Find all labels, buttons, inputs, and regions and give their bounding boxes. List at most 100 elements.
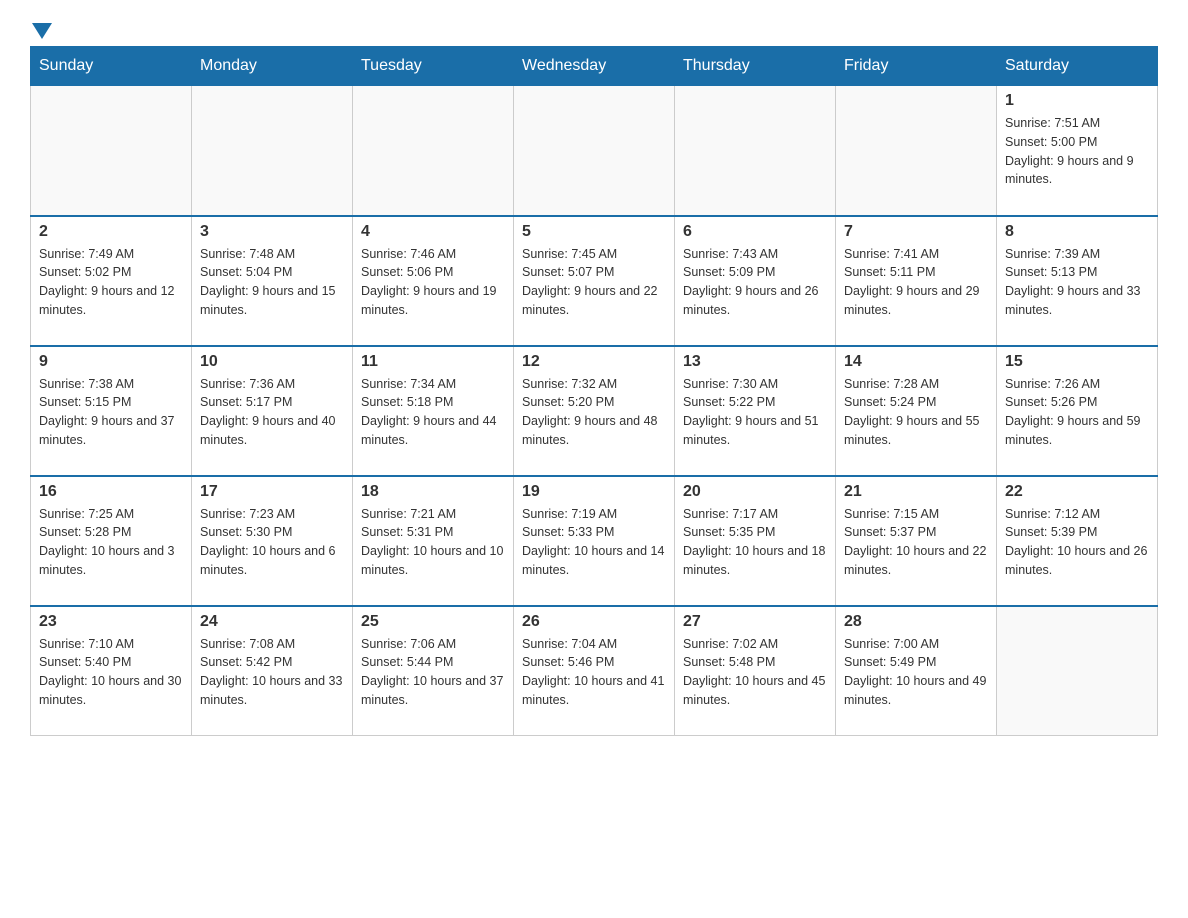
day-info: Sunrise: 7:38 AMSunset: 5:15 PMDaylight:…: [39, 375, 183, 450]
weekday-header-wednesday: Wednesday: [514, 47, 675, 86]
calendar-day-cell: 27 Sunrise: 7:02 AMSunset: 5:48 PMDayligh…: [675, 606, 836, 736]
day-info: Sunrise: 7:34 AMSunset: 5:18 PMDaylight:…: [361, 375, 505, 450]
day-number: 25: [361, 613, 505, 631]
calendar-day-cell: 28 Sunrise: 7:00 AMSunset: 5:49 PMDayligh…: [836, 606, 997, 736]
day-number: 12: [522, 353, 666, 371]
weekday-header-row: SundayMondayTuesdayWednesdayThursdayFrid…: [31, 47, 1158, 86]
day-info: Sunrise: 7:49 AMSunset: 5:02 PMDaylight:…: [39, 245, 183, 320]
calendar-day-cell: 21Sunrise: 7:15 AMSunset: 5:37 PMDayligh…: [836, 476, 997, 606]
day-number: 8: [1005, 223, 1149, 241]
day-number: 6: [683, 223, 827, 241]
calendar-week-row: 1Sunrise: 7:51 AMSunset: 5:00 PMDaylight…: [31, 86, 1158, 216]
day-info: Sunrise: 7:19 AMSunset: 5:33 PMDaylight:…: [522, 505, 666, 580]
day-info: Sunrise: 7:32 AMSunset: 5:20 PMDaylight:…: [522, 375, 666, 450]
calendar-week-row: 2 Sunrise: 7:49 AMSunset: 5:02 PMDaylight…: [31, 216, 1158, 346]
weekday-header-monday: Monday: [192, 47, 353, 86]
calendar-day-cell: 11 Sunrise: 7:34 AMSunset: 5:18 PMDayligh…: [353, 346, 514, 476]
day-number: 24: [200, 613, 344, 631]
calendar-day-cell: [675, 86, 836, 216]
calendar-day-cell: 4 Sunrise: 7:46 AMSunset: 5:06 PMDaylight…: [353, 216, 514, 346]
day-number: 3: [200, 223, 344, 241]
calendar-day-cell: 18 Sunrise: 7:21 AMSunset: 5:31 PMDayligh…: [353, 476, 514, 606]
day-number: 21: [844, 483, 988, 501]
calendar-day-cell: 25 Sunrise: 7:06 AMSunset: 5:44 PMDayligh…: [353, 606, 514, 736]
day-number: 17: [200, 483, 344, 501]
calendar-day-cell: 3 Sunrise: 7:48 AMSunset: 5:04 PMDaylight…: [192, 216, 353, 346]
calendar-day-cell: [514, 86, 675, 216]
day-number: 27: [683, 613, 827, 631]
calendar-day-cell: 9 Sunrise: 7:38 AMSunset: 5:15 PMDaylight…: [31, 346, 192, 476]
day-info: Sunrise: 7:48 AMSunset: 5:04 PMDaylight:…: [200, 245, 344, 320]
day-info: Sunrise: 7:02 AMSunset: 5:48 PMDaylight:…: [683, 635, 827, 710]
calendar-day-cell: 15 Sunrise: 7:26 AMSunset: 5:26 PMDayligh…: [997, 346, 1158, 476]
day-info: Sunrise: 7:45 AMSunset: 5:07 PMDaylight:…: [522, 245, 666, 320]
calendar-week-row: 23 Sunrise: 7:10 AMSunset: 5:40 PMDayligh…: [31, 606, 1158, 736]
calendar-day-cell: 20Sunrise: 7:17 AMSunset: 5:35 PMDayligh…: [675, 476, 836, 606]
day-number: 16: [39, 483, 183, 501]
day-number: 14: [844, 353, 988, 371]
day-info: Sunrise: 7:08 AMSunset: 5:42 PMDaylight:…: [200, 635, 344, 710]
day-number: 11: [361, 353, 505, 371]
day-info: Sunrise: 7:41 AMSunset: 5:11 PMDaylight:…: [844, 245, 988, 320]
day-info: Sunrise: 7:43 AMSunset: 5:09 PMDaylight:…: [683, 245, 827, 320]
page-header: [30, 20, 1158, 36]
day-number: 9: [39, 353, 183, 371]
day-number: 7: [844, 223, 988, 241]
day-info: Sunrise: 7:30 AMSunset: 5:22 PMDaylight:…: [683, 375, 827, 450]
calendar-day-cell: [192, 86, 353, 216]
day-number: 15: [1005, 353, 1149, 371]
day-info: Sunrise: 7:46 AMSunset: 5:06 PMDaylight:…: [361, 245, 505, 320]
day-number: 18: [361, 483, 505, 501]
calendar-day-cell: 5 Sunrise: 7:45 AMSunset: 5:07 PMDaylight…: [514, 216, 675, 346]
day-info: Sunrise: 7:00 AMSunset: 5:49 PMDaylight:…: [844, 635, 988, 710]
calendar-day-cell: 6 Sunrise: 7:43 AMSunset: 5:09 PMDaylight…: [675, 216, 836, 346]
day-info: Sunrise: 7:21 AMSunset: 5:31 PMDaylight:…: [361, 505, 505, 580]
day-info: Sunrise: 7:17 AMSunset: 5:35 PMDaylight:…: [683, 505, 827, 580]
day-number: 5: [522, 223, 666, 241]
logo-arrow-icon: [32, 23, 52, 39]
day-number: 22: [1005, 483, 1149, 501]
day-number: 1: [1005, 92, 1149, 110]
day-number: 4: [361, 223, 505, 241]
calendar-day-cell: 26Sunrise: 7:04 AMSunset: 5:46 PMDayligh…: [514, 606, 675, 736]
day-info: Sunrise: 7:06 AMSunset: 5:44 PMDaylight:…: [361, 635, 505, 710]
calendar-day-cell: 8 Sunrise: 7:39 AMSunset: 5:13 PMDaylight…: [997, 216, 1158, 346]
day-info: Sunrise: 7:28 AMSunset: 5:24 PMDaylight:…: [844, 375, 988, 450]
calendar-day-cell: [353, 86, 514, 216]
calendar-day-cell: 14 Sunrise: 7:28 AMSunset: 5:24 PMDayligh…: [836, 346, 997, 476]
calendar-day-cell: [836, 86, 997, 216]
day-info: Sunrise: 7:25 AMSunset: 5:28 PMDaylight:…: [39, 505, 183, 580]
day-number: 26: [522, 613, 666, 631]
calendar-week-row: 16 Sunrise: 7:25 AMSunset: 5:28 PMDayligh…: [31, 476, 1158, 606]
day-info: Sunrise: 7:10 AMSunset: 5:40 PMDaylight:…: [39, 635, 183, 710]
day-info: Sunrise: 7:23 AMSunset: 5:30 PMDaylight:…: [200, 505, 344, 580]
calendar-day-cell: 17 Sunrise: 7:23 AMSunset: 5:30 PMDayligh…: [192, 476, 353, 606]
day-info: Sunrise: 7:36 AMSunset: 5:17 PMDaylight:…: [200, 375, 344, 450]
day-number: 13: [683, 353, 827, 371]
day-number: 19: [522, 483, 666, 501]
calendar-day-cell: 22Sunrise: 7:12 AMSunset: 5:39 PMDayligh…: [997, 476, 1158, 606]
day-info: Sunrise: 7:26 AMSunset: 5:26 PMDaylight:…: [1005, 375, 1149, 450]
day-number: 2: [39, 223, 183, 241]
day-number: 10: [200, 353, 344, 371]
calendar-day-cell: [997, 606, 1158, 736]
calendar-table: SundayMondayTuesdayWednesdayThursdayFrid…: [30, 46, 1158, 736]
weekday-header-saturday: Saturday: [997, 47, 1158, 86]
calendar-day-cell: 24 Sunrise: 7:08 AMSunset: 5:42 PMDayligh…: [192, 606, 353, 736]
day-info: Sunrise: 7:39 AMSunset: 5:13 PMDaylight:…: [1005, 245, 1149, 320]
calendar-day-cell: 12 Sunrise: 7:32 AMSunset: 5:20 PMDayligh…: [514, 346, 675, 476]
day-number: 28: [844, 613, 988, 631]
calendar-day-cell: 13 Sunrise: 7:30 AMSunset: 5:22 PMDayligh…: [675, 346, 836, 476]
calendar-day-cell: 7 Sunrise: 7:41 AMSunset: 5:11 PMDaylight…: [836, 216, 997, 346]
calendar-day-cell: 2 Sunrise: 7:49 AMSunset: 5:02 PMDaylight…: [31, 216, 192, 346]
calendar-day-cell: 1Sunrise: 7:51 AMSunset: 5:00 PMDaylight…: [997, 86, 1158, 216]
weekday-header-thursday: Thursday: [675, 47, 836, 86]
weekday-header-friday: Friday: [836, 47, 997, 86]
weekday-header-tuesday: Tuesday: [353, 47, 514, 86]
calendar-day-cell: 10 Sunrise: 7:36 AMSunset: 5:17 PMDayligh…: [192, 346, 353, 476]
calendar-day-cell: 19 Sunrise: 7:19 AMSunset: 5:33 PMDayligh…: [514, 476, 675, 606]
calendar-day-cell: 23 Sunrise: 7:10 AMSunset: 5:40 PMDayligh…: [31, 606, 192, 736]
calendar-day-cell: [31, 86, 192, 216]
day-number: 23: [39, 613, 183, 631]
calendar-week-row: 9 Sunrise: 7:38 AMSunset: 5:15 PMDaylight…: [31, 346, 1158, 476]
